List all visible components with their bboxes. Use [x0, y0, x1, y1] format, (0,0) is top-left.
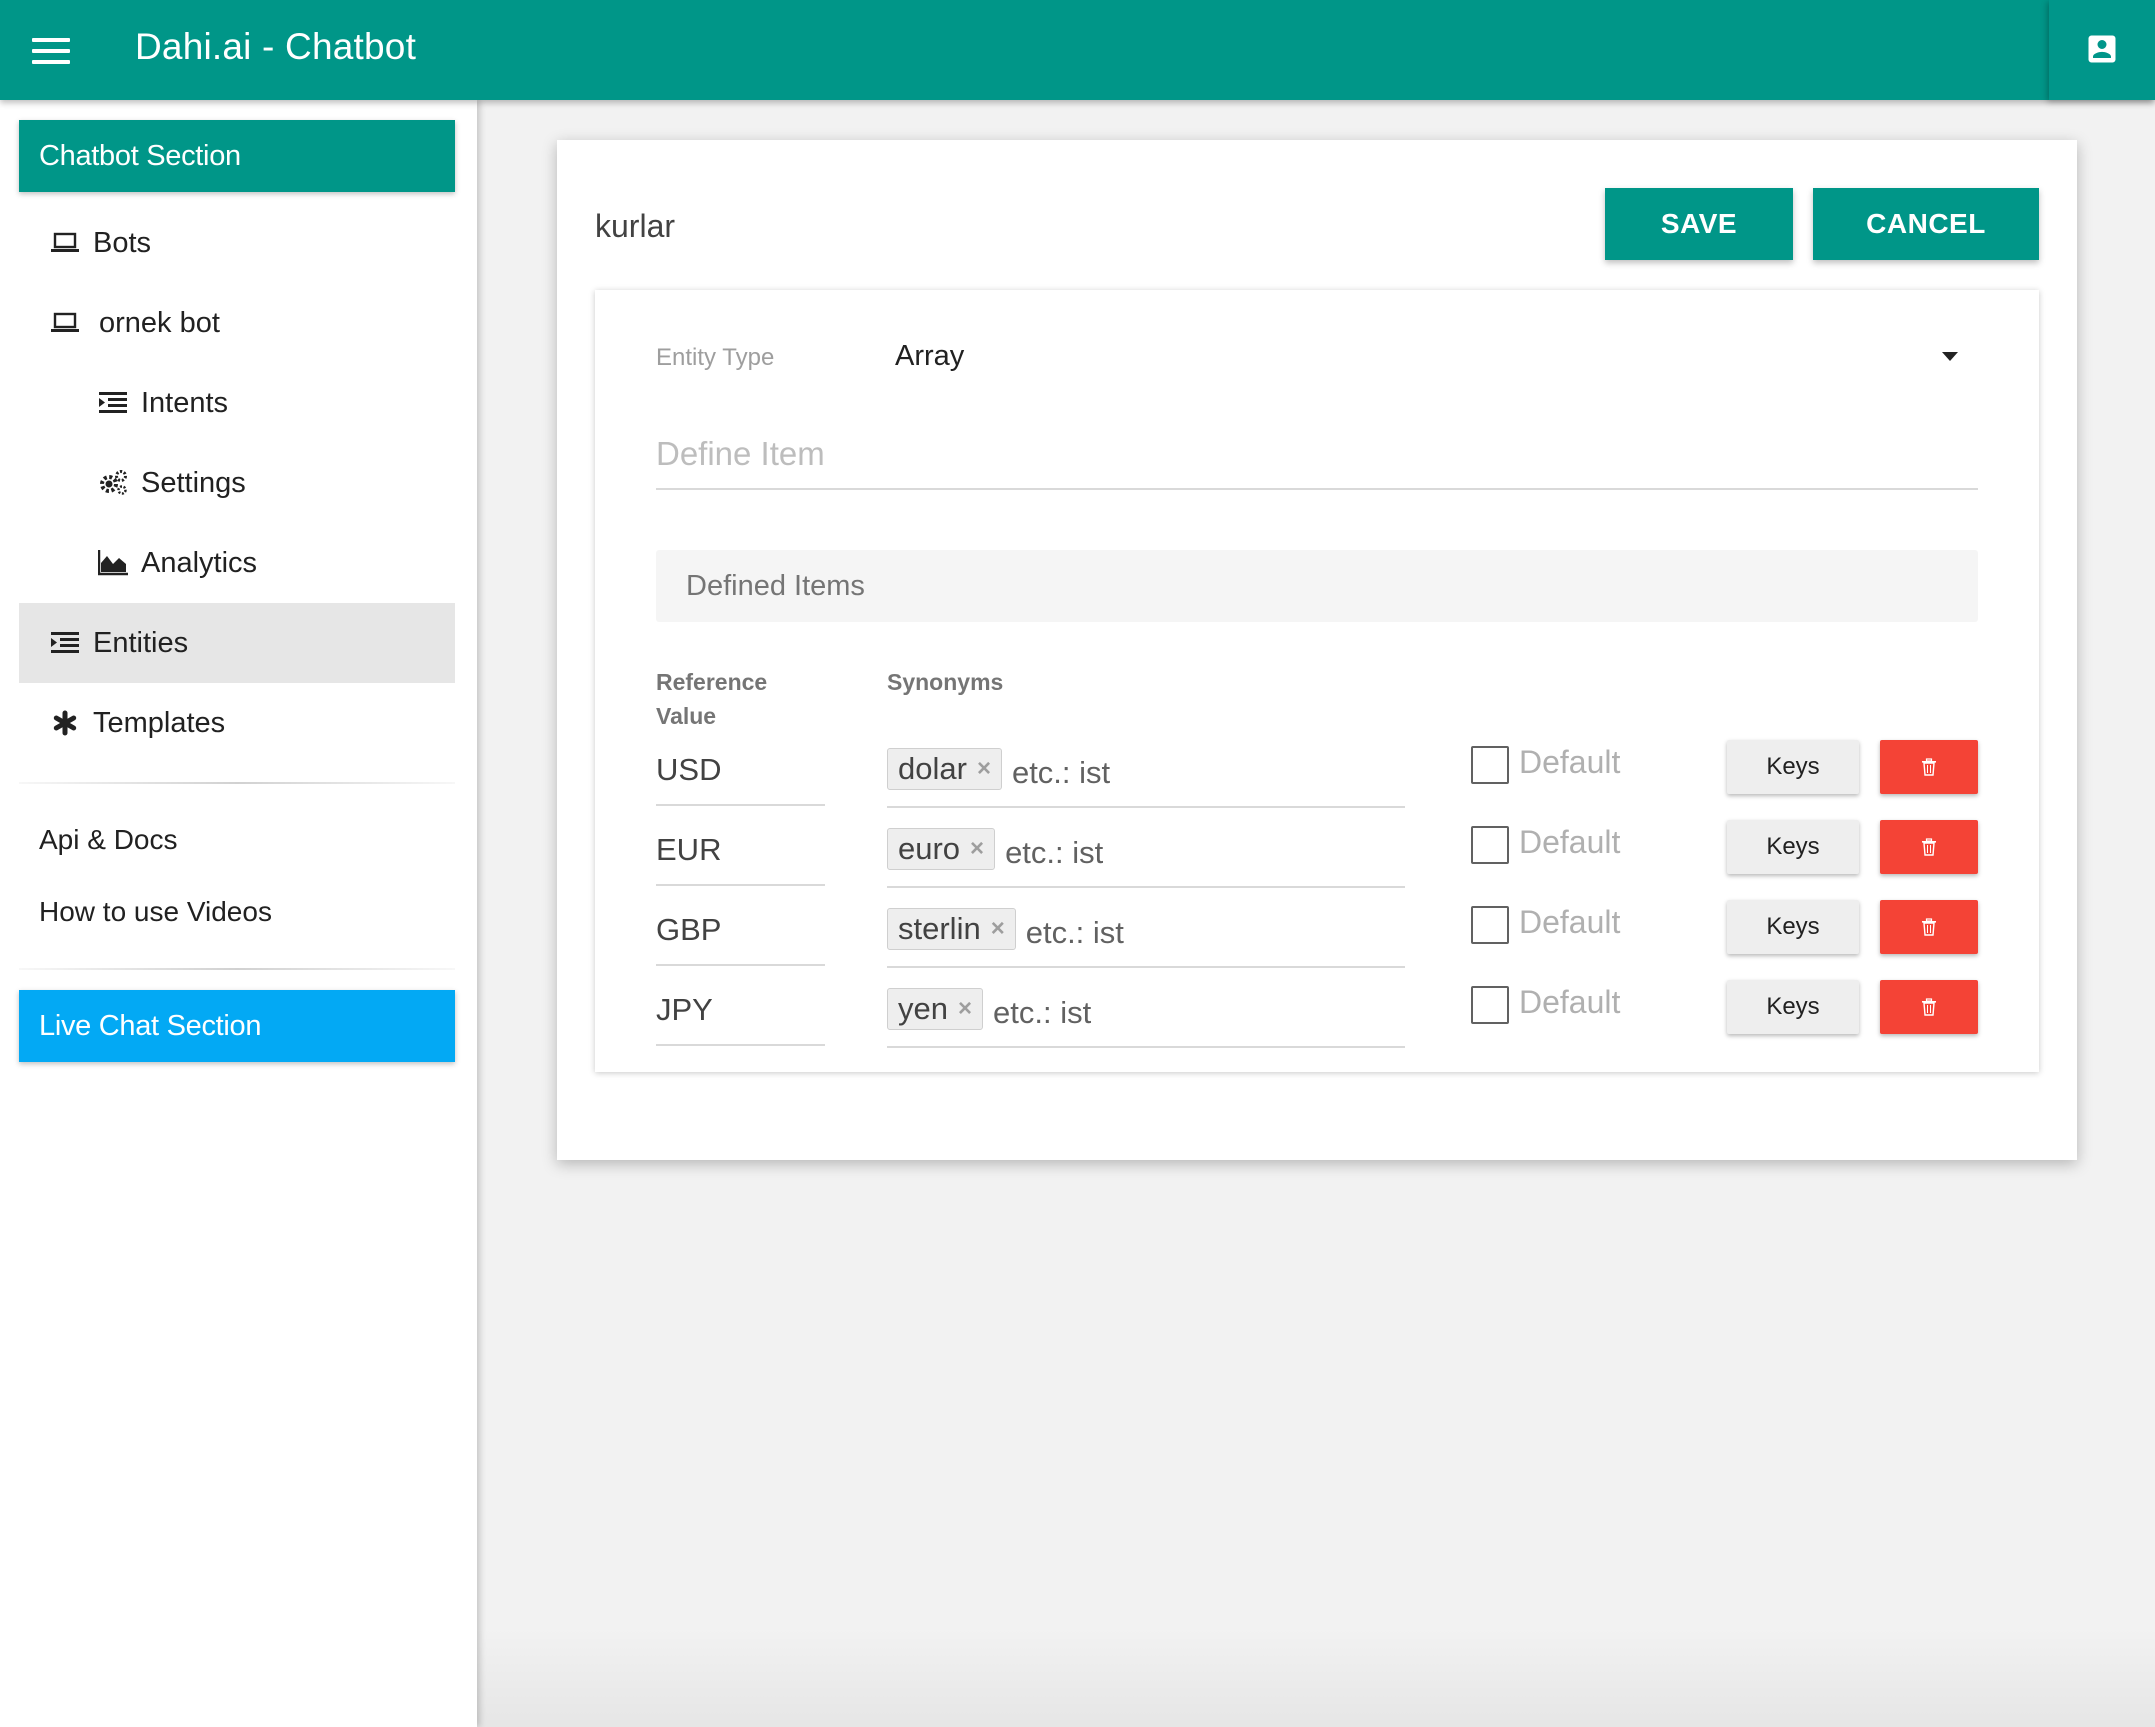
synonym-input[interactable] — [1011, 753, 1212, 793]
entity-type-value: Array — [895, 340, 965, 372]
remove-chip-icon[interactable]: × — [991, 915, 1005, 943]
remove-chip-icon[interactable]: × — [970, 835, 984, 863]
delete-button[interactable] — [1880, 740, 1978, 794]
synonym-chip: yen × — [887, 988, 983, 1030]
keys-button[interactable]: Keys — [1727, 820, 1859, 874]
save-button[interactable]: SAVE — [1605, 188, 1793, 260]
table-row: JPY yen × Default Keys — [595, 980, 2039, 1060]
hamburger-menu-icon[interactable] — [32, 38, 70, 64]
reference-value-column-header: Reference Value — [656, 665, 806, 733]
remove-chip-icon[interactable]: × — [958, 995, 972, 1023]
sidebar-item-settings[interactable]: Settings — [19, 443, 455, 523]
page-background-shade — [477, 1627, 2155, 1727]
sidebar-item-label: Analytics — [141, 546, 258, 579]
sidebar-item-label: Bots — [93, 226, 152, 259]
laptop-icon — [49, 309, 81, 337]
default-label[interactable]: Default — [1519, 824, 1620, 861]
laptop-icon — [49, 229, 81, 257]
sidebar-item-label: ornek bot — [99, 306, 220, 339]
sidebar: Chatbot Section Bots ornek bot Intents S… — [0, 100, 477, 1727]
reference-value-field[interactable]: USD — [656, 740, 825, 806]
keys-button[interactable]: Keys — [1727, 900, 1859, 954]
default-label[interactable]: Default — [1519, 744, 1620, 781]
list-indent-icon — [97, 389, 129, 417]
entity-form-panel: Entity Type Array Defined Items Referenc… — [595, 290, 2039, 1072]
sidebar-item-entities[interactable]: Entities — [19, 603, 455, 683]
synonym-chip: sterlin × — [887, 908, 1016, 950]
profile-button[interactable] — [2049, 0, 2155, 100]
live-chat-section-header[interactable]: Live Chat Section — [19, 990, 455, 1062]
synonym-chip-label: euro — [898, 831, 961, 866]
top-app-bar: Dahi.ai - Chatbot — [0, 0, 2155, 100]
table-row: GBP sterlin × Default Keys — [595, 900, 2039, 980]
area-chart-icon — [97, 549, 129, 577]
reference-value-field[interactable]: JPY — [656, 980, 825, 1046]
reference-header-line: Value — [656, 703, 717, 729]
sidebar-item-label: Settings — [141, 466, 246, 499]
reference-value-field[interactable]: EUR — [656, 820, 825, 886]
sidebar-item-intents[interactable]: Intents — [19, 363, 455, 443]
synonym-chip: dolar × — [887, 748, 1002, 790]
synonym-input[interactable] — [993, 993, 1193, 1033]
sidebar-item-bots[interactable]: Bots — [19, 203, 455, 283]
synonym-chip-label: sterlin — [898, 911, 981, 946]
default-label[interactable]: Default — [1519, 984, 1620, 1021]
chatbot-section-header[interactable]: Chatbot Section — [19, 120, 455, 192]
delete-button[interactable] — [1880, 900, 1978, 954]
trash-icon — [1922, 758, 1936, 776]
synonym-chip-label: dolar — [898, 751, 967, 786]
synonyms-field[interactable]: sterlin × — [887, 900, 1405, 968]
api-docs-link[interactable]: Api & Docs — [39, 824, 178, 856]
keys-button[interactable]: Keys — [1727, 740, 1859, 794]
synonym-chip-label: yen — [898, 991, 948, 1026]
delete-button[interactable] — [1880, 820, 1978, 874]
defined-items-header: Defined Items — [656, 550, 1978, 622]
reference-header-line: Reference — [656, 669, 768, 695]
synonym-input[interactable] — [1025, 913, 1226, 953]
entity-type-select[interactable] — [885, 330, 1975, 386]
default-label[interactable]: Default — [1519, 904, 1620, 941]
synonyms-field[interactable]: euro × — [887, 820, 1405, 888]
trash-icon — [1922, 918, 1936, 936]
define-item-input[interactable] — [656, 420, 1978, 490]
sidebar-item-label: Entities — [93, 626, 189, 659]
default-checkbox[interactable] — [1471, 746, 1509, 784]
remove-chip-icon[interactable]: × — [977, 755, 991, 783]
default-checkbox[interactable] — [1471, 826, 1509, 864]
synonym-input[interactable] — [1005, 833, 1206, 873]
sidebar-item-label: Intents — [141, 386, 229, 419]
delete-button[interactable] — [1880, 980, 1978, 1034]
trash-icon — [1922, 838, 1936, 856]
reference-value-field[interactable]: GBP — [656, 900, 825, 966]
entity-editor-card: kurlar SAVE CANCEL Entity Type Array Def… — [557, 140, 2077, 1160]
table-row: EUR euro × Default Keys — [595, 820, 2039, 900]
synonyms-field[interactable]: dolar × — [887, 740, 1405, 808]
sidebar-item-analytics[interactable]: Analytics — [19, 523, 455, 603]
table-row: USD dolar × Default Keys — [595, 740, 2039, 820]
gears-icon — [97, 469, 129, 497]
keys-button[interactable]: Keys — [1727, 980, 1859, 1034]
account-box-icon — [2088, 35, 2116, 63]
trash-icon — [1922, 998, 1936, 1016]
list-indent-icon — [49, 629, 81, 657]
synonyms-field[interactable]: yen × — [887, 980, 1405, 1048]
sidebar-divider — [19, 968, 455, 970]
how-to-use-videos-link[interactable]: How to use Videos — [39, 896, 272, 928]
sidebar-item-label: Templates — [93, 706, 226, 739]
asterisk-icon — [49, 709, 81, 737]
default-checkbox[interactable] — [1471, 906, 1509, 944]
sidebar-item-templates[interactable]: Templates — [19, 683, 455, 763]
synonyms-column-header: Synonyms — [887, 669, 1004, 695]
app-title: Dahi.ai - Chatbot — [135, 26, 417, 67]
sidebar-divider — [19, 782, 455, 784]
caret-down-icon[interactable] — [1942, 352, 1958, 361]
cancel-button[interactable]: CANCEL — [1813, 188, 2039, 260]
default-checkbox[interactable] — [1471, 986, 1509, 1024]
entity-type-label: Entity Type — [656, 344, 775, 371]
synonym-chip: euro × — [887, 828, 996, 870]
entity-name: kurlar — [595, 208, 676, 244]
sidebar-item-ornek-bot[interactable]: ornek bot — [19, 283, 455, 363]
